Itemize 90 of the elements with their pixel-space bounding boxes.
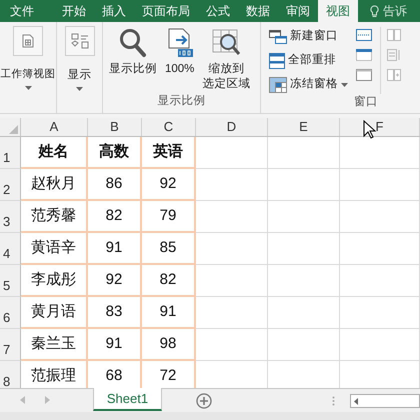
menu-tab[interactable]: 文件: [0, 0, 54, 22]
caret-icon: [76, 87, 83, 92]
empty-cell: [196, 201, 268, 233]
menu-tab[interactable]: 页面布局: [134, 0, 198, 22]
empty-cell: [268, 265, 340, 297]
table-cell: 黄月语: [21, 297, 88, 329]
magnifier-icon: [119, 28, 147, 58]
table-cell: 赵秋月: [21, 169, 88, 201]
empty-cell: [196, 297, 268, 329]
column-header[interactable]: C: [142, 118, 196, 136]
page-zoom-icon: [166, 28, 194, 58]
empty-cell: [268, 137, 340, 169]
splitter-icon[interactable]: [332, 396, 335, 406]
freeze-panes-icon: [269, 76, 287, 92]
lightbulb-icon: [370, 4, 379, 18]
table-cell: 86: [88, 169, 142, 201]
row-header[interactable]: 1: [0, 137, 21, 169]
show-button[interactable]: 显示: [64, 26, 94, 92]
windows-icon: [269, 30, 287, 44]
table-cell: 英语: [142, 137, 196, 169]
sync-scroll-icon: [387, 49, 401, 61]
show-icon: [70, 33, 88, 49]
page-icon: [22, 34, 34, 48]
column-header[interactable]: A: [21, 118, 88, 136]
row-header[interactable]: 8: [0, 361, 21, 388]
table-cell: 91: [142, 297, 196, 329]
row-header[interactable]: 7: [0, 329, 21, 361]
side-by-side-icon: [387, 29, 401, 41]
window-icon[interactable]: [356, 69, 372, 81]
row-header[interactable]: 5: [0, 265, 21, 297]
column-header[interactable]: B: [88, 118, 142, 136]
table-cell: 98: [142, 329, 196, 361]
reset-position-icon: [387, 69, 401, 81]
table-cell: 李成彤: [21, 265, 88, 297]
zoom-button[interactable]: 100%: [162, 26, 198, 93]
column-header[interactable]: E: [268, 118, 340, 136]
empty-cell: [196, 329, 268, 361]
window-command[interactable]: 冻结窗格: [269, 75, 348, 94]
zoom-button[interactable]: 缩放到 选定区域: [199, 26, 254, 93]
group-label: 窗口: [354, 94, 378, 110]
window-command[interactable]: 全部重排: [269, 51, 348, 70]
window-icon[interactable]: [356, 49, 372, 61]
table-cell: 秦兰玉: [21, 329, 88, 361]
menu-tab[interactable]: 数据: [238, 0, 278, 22]
table-cell: 79: [142, 201, 196, 233]
scroll-left-icon[interactable]: [354, 398, 358, 404]
horizontal-scrollbar[interactable]: [350, 394, 420, 408]
group-label: 显示比例: [156, 94, 206, 109]
table-cell: 黄语辛: [21, 233, 88, 265]
table-cell: 82: [142, 265, 196, 297]
table-cell: 91: [88, 233, 142, 265]
empty-cell: [268, 329, 340, 361]
empty-cell: [196, 169, 268, 201]
column-header[interactable]: D: [196, 118, 268, 136]
caret-icon: [24, 86, 32, 90]
table-cell: 92: [88, 265, 142, 297]
menu-tab[interactable]: 开始: [54, 0, 94, 22]
row-header[interactable]: 3: [0, 201, 21, 233]
table-cell: 范秀馨: [21, 201, 88, 233]
empty-cell: [268, 169, 340, 201]
menu-tab[interactable]: 审阅: [278, 0, 318, 22]
table-cell: 83: [88, 297, 142, 329]
add-sheet-icon[interactable]: [196, 393, 212, 409]
workbook-views-button[interactable]: 工作簿视图: [0, 26, 56, 90]
table-cell: 85: [142, 233, 196, 265]
empty-cell: [196, 265, 268, 297]
window-command[interactable]: 新建窗口: [269, 27, 348, 46]
empty-cell: [268, 233, 340, 265]
tell-me-text[interactable]: 告诉: [383, 2, 407, 20]
menu-tab[interactable]: 插入: [94, 0, 134, 22]
empty-cell: [268, 201, 340, 233]
table-cell: 82: [88, 201, 142, 233]
table-cell: 高数: [88, 137, 142, 169]
sheet-tab[interactable]: Sheet1: [93, 388, 162, 411]
row-header[interactable]: 4: [0, 233, 21, 265]
empty-cell: [268, 297, 340, 329]
menu-tab[interactable]: 公式: [198, 0, 238, 22]
triangle-icon: [9, 125, 18, 134]
zoom-button[interactable]: 显示比例: [106, 26, 160, 93]
table-cell: 姓名: [21, 137, 88, 169]
table-cell: 92: [142, 169, 196, 201]
zoom-selection-icon: [211, 28, 242, 58]
row-header[interactable]: 2: [0, 169, 21, 201]
empty-cell: [196, 137, 268, 169]
window-icon[interactable]: [356, 29, 372, 41]
empty-cell: [196, 233, 268, 265]
row-header[interactable]: 6: [0, 297, 21, 329]
menu-tab[interactable]: 视图: [318, 0, 358, 22]
table-cell: 91: [88, 329, 142, 361]
arrange-windows-icon: [269, 52, 285, 68]
